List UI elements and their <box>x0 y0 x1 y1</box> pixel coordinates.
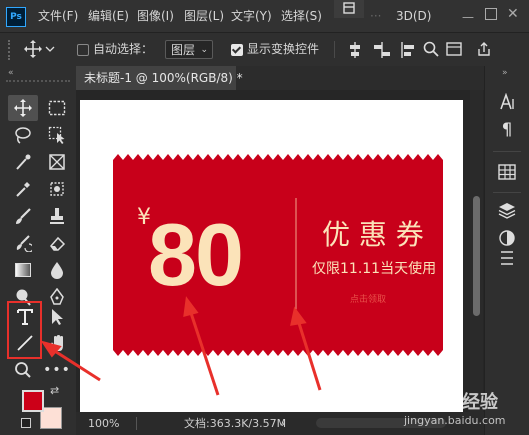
arrow-to-type-tool <box>49 346 101 382</box>
watermark-url: jingyan.baidu.com <box>404 414 506 427</box>
arrow-to-divider <box>296 319 322 391</box>
arrow-to-amount <box>188 309 220 396</box>
watermark-text: 经验 <box>462 392 498 413</box>
paw-icon <box>440 390 460 410</box>
annotation-arrows <box>40 296 322 396</box>
baidu-watermark: Bai 经验 jingyan.baidu.com <box>400 385 529 435</box>
watermark-brand: Bai <box>400 388 430 409</box>
